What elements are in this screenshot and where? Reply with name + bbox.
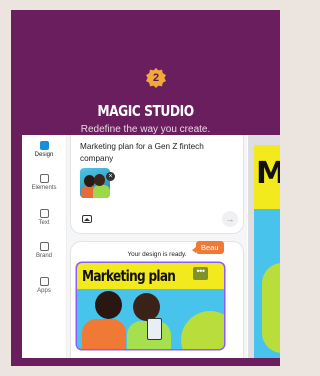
step-badge: 2 bbox=[146, 68, 166, 88]
prompt-box[interactable]: Marketing plan for a Gen Z fintech compa… bbox=[71, 135, 243, 233]
text-icon bbox=[39, 209, 49, 218]
promo-subtitle: Redefine the way you create. bbox=[80, 124, 211, 135]
brand-icon bbox=[39, 242, 49, 251]
remove-attachment-icon[interactable]: × bbox=[106, 172, 115, 181]
sidebar-item-label: Design bbox=[34, 152, 54, 158]
design-title: Marketing plan bbox=[82, 267, 176, 285]
more-options-icon[interactable]: ••• bbox=[193, 267, 208, 280]
send-arrow-icon[interactable]: → bbox=[222, 211, 238, 227]
sidebar-item-text[interactable]: Text bbox=[22, 209, 66, 226]
sidebar-item-apps[interactable]: Apps bbox=[22, 277, 66, 294]
sidebar: Design Elements Text Brand Apps bbox=[22, 135, 67, 358]
promo-title: MAGIC STUDIO bbox=[97, 102, 194, 120]
sidebar-item-label: Elements bbox=[31, 185, 57, 191]
apps-icon bbox=[39, 277, 49, 286]
sidebar-item-brand[interactable]: Brand bbox=[22, 242, 66, 259]
phone-image bbox=[147, 318, 162, 340]
canvas-area[interactable]: M bbox=[248, 135, 280, 358]
sidebar-item-label: Apps bbox=[37, 288, 51, 294]
app-screenshot: Design Elements Text Brand Apps Marketin… bbox=[22, 135, 280, 358]
sidebar-item-design[interactable]: Design bbox=[22, 141, 66, 158]
canvas-page: M bbox=[254, 145, 280, 358]
canvas-heading-letter: M bbox=[256, 156, 280, 191]
attached-image-thumbnail[interactable] bbox=[80, 168, 110, 198]
collaborator-cursor-label: Beau bbox=[192, 241, 224, 254]
sidebar-item-label: Text bbox=[38, 220, 50, 226]
design-icon bbox=[39, 141, 49, 150]
add-image-icon[interactable] bbox=[82, 215, 92, 223]
prompt-input[interactable]: Marketing plan for a Gen Z fintech compa… bbox=[80, 141, 230, 165]
result-card: Your design is ready. Marketing plan ••• bbox=[71, 242, 243, 358]
elements-icon bbox=[39, 174, 49, 183]
sidebar-item-label: Brand bbox=[35, 253, 52, 259]
sidebar-item-elements[interactable]: Elements bbox=[22, 174, 66, 191]
